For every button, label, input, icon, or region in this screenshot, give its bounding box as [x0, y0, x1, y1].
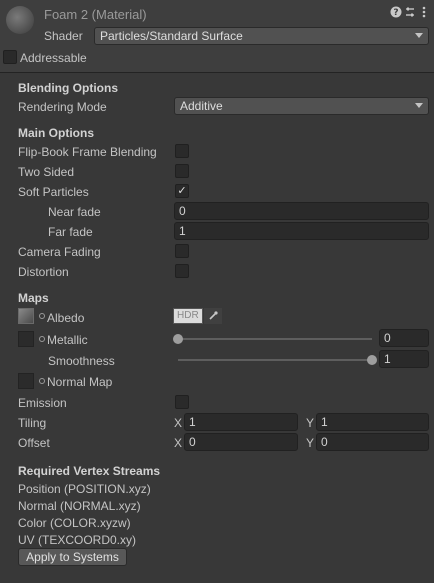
- metallic-value-field[interactable]: 0: [379, 329, 429, 347]
- flipbook-label: Flip-Book Frame Blending: [18, 145, 157, 159]
- smoothness-label: Smoothness: [48, 354, 115, 368]
- preset-icon[interactable]: [404, 6, 416, 18]
- tiling-x-label: X: [174, 416, 183, 430]
- camera-fading-label: Camera Fading: [18, 245, 101, 259]
- two-sided-checkbox[interactable]: [175, 164, 189, 178]
- far-fade-field[interactable]: 1: [174, 222, 429, 240]
- more-icon[interactable]: [418, 6, 430, 18]
- flipbook-checkbox[interactable]: [175, 144, 189, 158]
- vertex-stream-item: Position (POSITION.xyz): [18, 482, 151, 496]
- normal-map-label: Normal Map: [47, 375, 113, 389]
- metallic-slider-track[interactable]: [178, 338, 372, 340]
- vertex-stream-item: Color (COLOR.xyzw): [18, 516, 131, 530]
- rendering-mode-dropdown[interactable]: Additive: [174, 97, 429, 115]
- metallic-label: Metallic: [47, 333, 88, 347]
- chevron-down-icon: [415, 33, 423, 38]
- albedo-picker-icon[interactable]: [39, 313, 45, 319]
- shader-label: Shader: [44, 29, 83, 43]
- smoothness-slider-track[interactable]: [178, 359, 372, 361]
- distortion-label: Distortion: [18, 265, 69, 279]
- distortion-checkbox[interactable]: [175, 264, 189, 278]
- far-fade-label: Far fade: [48, 225, 93, 239]
- blending-options-heading: Blending Options: [18, 81, 118, 95]
- apply-to-systems-button[interactable]: Apply to Systems: [18, 548, 127, 566]
- offset-label: Offset: [18, 436, 50, 450]
- rendering-mode-value: Additive: [180, 99, 223, 113]
- checkmark-icon: ✓: [177, 185, 187, 197]
- vertex-streams-heading: Required Vertex Streams: [18, 464, 161, 478]
- near-fade-label: Near fade: [48, 205, 101, 219]
- shader-value: Particles/Standard Surface: [100, 29, 243, 43]
- material-preview-thumbnail[interactable]: [6, 6, 34, 34]
- addressable-label: Addressable: [20, 51, 87, 65]
- soft-particles-label: Soft Particles: [18, 185, 89, 199]
- emission-checkbox[interactable]: [175, 395, 189, 409]
- soft-particles-checkbox[interactable]: ✓: [175, 184, 189, 198]
- albedo-hdr-color-swatch[interactable]: HDR: [173, 308, 203, 324]
- help-icon[interactable]: ?: [390, 6, 402, 18]
- near-fade-field[interactable]: 0: [174, 202, 429, 220]
- svg-text:?: ?: [393, 8, 398, 18]
- chevron-down-icon: [415, 103, 423, 108]
- main-options-heading: Main Options: [18, 126, 94, 140]
- hdr-label: HDR: [177, 310, 199, 321]
- albedo-label: Albedo: [47, 311, 85, 325]
- vertex-stream-item: Normal (NORMAL.xyz): [18, 499, 141, 513]
- metallic-picker-icon[interactable]: [39, 336, 45, 342]
- vertex-stream-item: UV (TEXCOORD0.xy): [18, 533, 137, 547]
- material-title: Foam 2 (Material): [44, 7, 147, 22]
- rendering-mode-label: Rendering Mode: [18, 100, 107, 114]
- two-sided-label: Two Sided: [18, 165, 75, 179]
- smoothness-value-field[interactable]: 1: [379, 350, 429, 368]
- normal-map-texture-slot[interactable]: [18, 373, 34, 389]
- normal-map-picker-icon[interactable]: [39, 378, 45, 384]
- offset-x-label: X: [174, 436, 183, 450]
- tiling-x-field[interactable]: 1: [184, 413, 298, 431]
- offset-y-field[interactable]: 0: [316, 433, 429, 451]
- smoothness-slider-handle[interactable]: [367, 355, 377, 365]
- metallic-texture-slot[interactable]: [18, 331, 34, 347]
- camera-fading-checkbox[interactable]: [175, 244, 189, 258]
- emission-label: Emission: [18, 396, 67, 410]
- tiling-y-label: Y: [306, 416, 315, 430]
- offset-x-field[interactable]: 0: [184, 433, 298, 451]
- eyedropper-icon[interactable]: [204, 308, 222, 324]
- shader-dropdown[interactable]: Particles/Standard Surface: [94, 27, 429, 45]
- metallic-slider-handle[interactable]: [173, 334, 183, 344]
- offset-y-label: Y: [306, 436, 315, 450]
- header-divider: [0, 72, 434, 73]
- tiling-label: Tiling: [18, 416, 47, 430]
- tiling-y-field[interactable]: 1: [316, 413, 429, 431]
- addressable-checkbox[interactable]: [3, 50, 17, 64]
- albedo-texture-slot[interactable]: [18, 308, 34, 324]
- maps-heading: Maps: [18, 291, 49, 305]
